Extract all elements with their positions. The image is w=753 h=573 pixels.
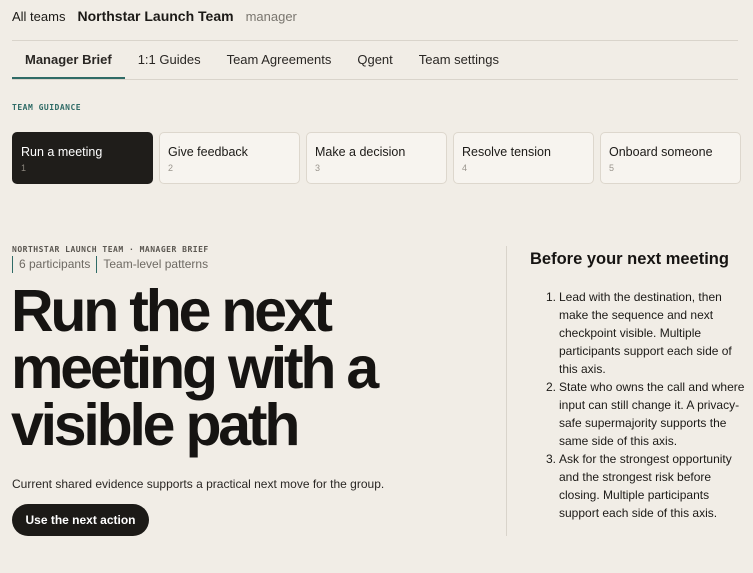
tab-manager-brief[interactable]: Manager Brief [12, 42, 125, 79]
brief-subtext: Current shared evidence supports a pract… [12, 477, 385, 491]
tab-1-1-guides[interactable]: 1:1 Guides [125, 42, 214, 79]
card-title: Make a decision [315, 145, 406, 159]
tab-divider [12, 79, 738, 80]
side-title: Before your next meeting [530, 250, 729, 268]
brief-meta: 6 participants Team-level patterns [12, 255, 214, 273]
card-title: Run a meeting [21, 145, 103, 159]
card-title: Onboard someone [609, 145, 713, 159]
participants-count: 6 participants [12, 255, 96, 273]
card-number: 2 [168, 163, 174, 173]
card-number: 5 [609, 163, 615, 173]
card-number: 4 [462, 163, 468, 173]
list-item: 3. Ask for the strongest opportunity and… [546, 450, 746, 522]
step-text: Lead with the destination, then make the… [559, 290, 732, 376]
page-title: Run the next meeting with a visible path [11, 278, 379, 458]
card-title: Resolve tension [462, 145, 551, 159]
step-number: 1. [546, 290, 557, 304]
card-give-feedback[interactable]: Give feedback 2 [159, 132, 300, 184]
meeting-steps: 1. Lead with the destination, then make … [546, 288, 746, 522]
top-divider [12, 40, 738, 41]
brief-eyebrow: NORTHSTAR LAUNCH TEAM · MANAGER BRIEF [12, 245, 209, 254]
step-number: 2. [546, 380, 557, 394]
tab-bar: Manager Brief 1:1 Guides Team Agreements… [12, 42, 512, 79]
step-text: Ask for the strongest opportunity and th… [559, 452, 732, 520]
topbar: All teams Northstar Launch Team manager [12, 8, 297, 26]
all-teams-link[interactable]: All teams [12, 9, 65, 24]
card-resolve-tension[interactable]: Resolve tension 4 [453, 132, 594, 184]
step-text: State who owns the call and where input … [559, 380, 745, 448]
card-make-a-decision[interactable]: Make a decision 3 [306, 132, 447, 184]
card-onboard-someone[interactable]: Onboard someone 5 [600, 132, 741, 184]
step-number: 3. [546, 452, 557, 466]
role-label: manager [245, 9, 297, 24]
card-title: Give feedback [168, 145, 248, 159]
tab-qgent[interactable]: Qgent [344, 42, 405, 79]
section-label: TEAM GUIDANCE [12, 103, 82, 112]
tab-team-settings[interactable]: Team settings [406, 42, 512, 79]
card-run-a-meeting[interactable]: Run a meeting 1 [12, 132, 153, 184]
card-number: 3 [315, 163, 321, 173]
column-divider [506, 246, 507, 536]
guidance-cards: Run a meeting 1 Give feedback 2 Make a d… [12, 132, 741, 184]
team-name: Northstar Launch Team [77, 8, 234, 24]
use-next-action-button[interactable]: Use the next action [12, 504, 149, 536]
tab-team-agreements[interactable]: Team Agreements [214, 42, 345, 79]
scope-label: Team-level patterns [96, 255, 214, 273]
list-item: 1. Lead with the destination, then make … [546, 288, 746, 378]
card-number: 1 [21, 163, 27, 173]
list-item: 2. State who owns the call and where inp… [546, 378, 746, 450]
